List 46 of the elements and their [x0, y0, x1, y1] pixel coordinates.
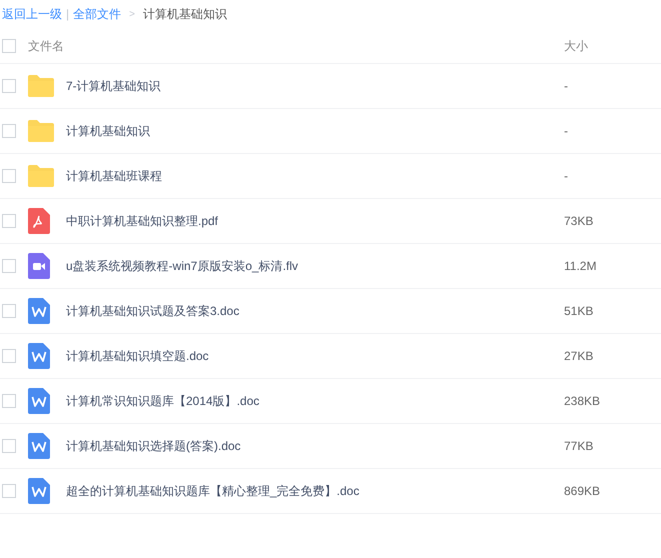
file-size: - — [564, 78, 568, 95]
file-size: - — [564, 168, 568, 185]
breadcrumb-separator: > — [128, 8, 136, 22]
folder-icon — [28, 165, 54, 187]
file-size: 11.2M — [564, 258, 596, 275]
file-size: 238KB — [564, 393, 600, 410]
checkbox[interactable] — [2, 484, 16, 498]
column-header: 文件名 — [28, 38, 65, 54]
checkbox[interactable] — [2, 259, 16, 273]
checkbox[interactable] — [2, 38, 16, 52]
current-folder: 计算机基础知识 — [142, 6, 227, 23]
file-name[interactable]: 计算机基础班课程 — [66, 167, 564, 185]
file-name[interactable]: 超全的计算机基础知识题库【精心整理_完全免费】.doc — [66, 482, 564, 500]
word-document-icon — [28, 298, 50, 324]
checkbox[interactable] — [2, 349, 16, 363]
file-size: 27KB — [564, 348, 594, 365]
file-size: 73KB — [564, 213, 594, 230]
file-size: 77KB — [564, 438, 594, 455]
checkbox[interactable] — [2, 169, 16, 183]
file-name[interactable]: 计算机常识知识题库【2014版】.doc — [66, 392, 564, 410]
file-name[interactable]: 7-计算机基础知识 — [66, 77, 564, 95]
checkbox[interactable] — [2, 124, 16, 138]
file-name[interactable]: 中职计算机基础知识整理.pdf — [66, 212, 564, 230]
file-name[interactable]: 计算机基础知识 — [66, 122, 564, 140]
file-name[interactable]: 计算机基础知识选择题(答案).doc — [66, 437, 564, 455]
checkbox[interactable] — [2, 439, 16, 453]
folder-icon — [28, 120, 54, 142]
checkbox[interactable] — [2, 214, 16, 228]
column-header: 大小 — [564, 38, 588, 54]
folder-icon — [28, 75, 54, 97]
file-size: - — [564, 123, 568, 140]
file-size: 869KB — [564, 483, 600, 500]
file-size: 51KB — [564, 303, 594, 320]
file-name[interactable]: 计算机基础知识填空题.doc — [66, 347, 564, 365]
video-file-icon — [28, 253, 50, 279]
checkbox[interactable] — [2, 394, 16, 408]
word-document-icon — [28, 478, 50, 504]
word-document-icon — [28, 343, 50, 369]
word-document-icon — [28, 388, 50, 414]
checkbox[interactable] — [2, 304, 16, 318]
breadcrumb-divider: | — [66, 6, 70, 23]
file-name[interactable]: 计算机基础知识试题及答案3.doc — [66, 302, 564, 320]
checkbox[interactable] — [2, 79, 16, 93]
word-document-icon — [28, 433, 50, 459]
file-name[interactable]: u盘装系统视频教程-win7原版安装o_标清.flv — [66, 257, 564, 275]
pdf-file-icon — [28, 208, 50, 234]
